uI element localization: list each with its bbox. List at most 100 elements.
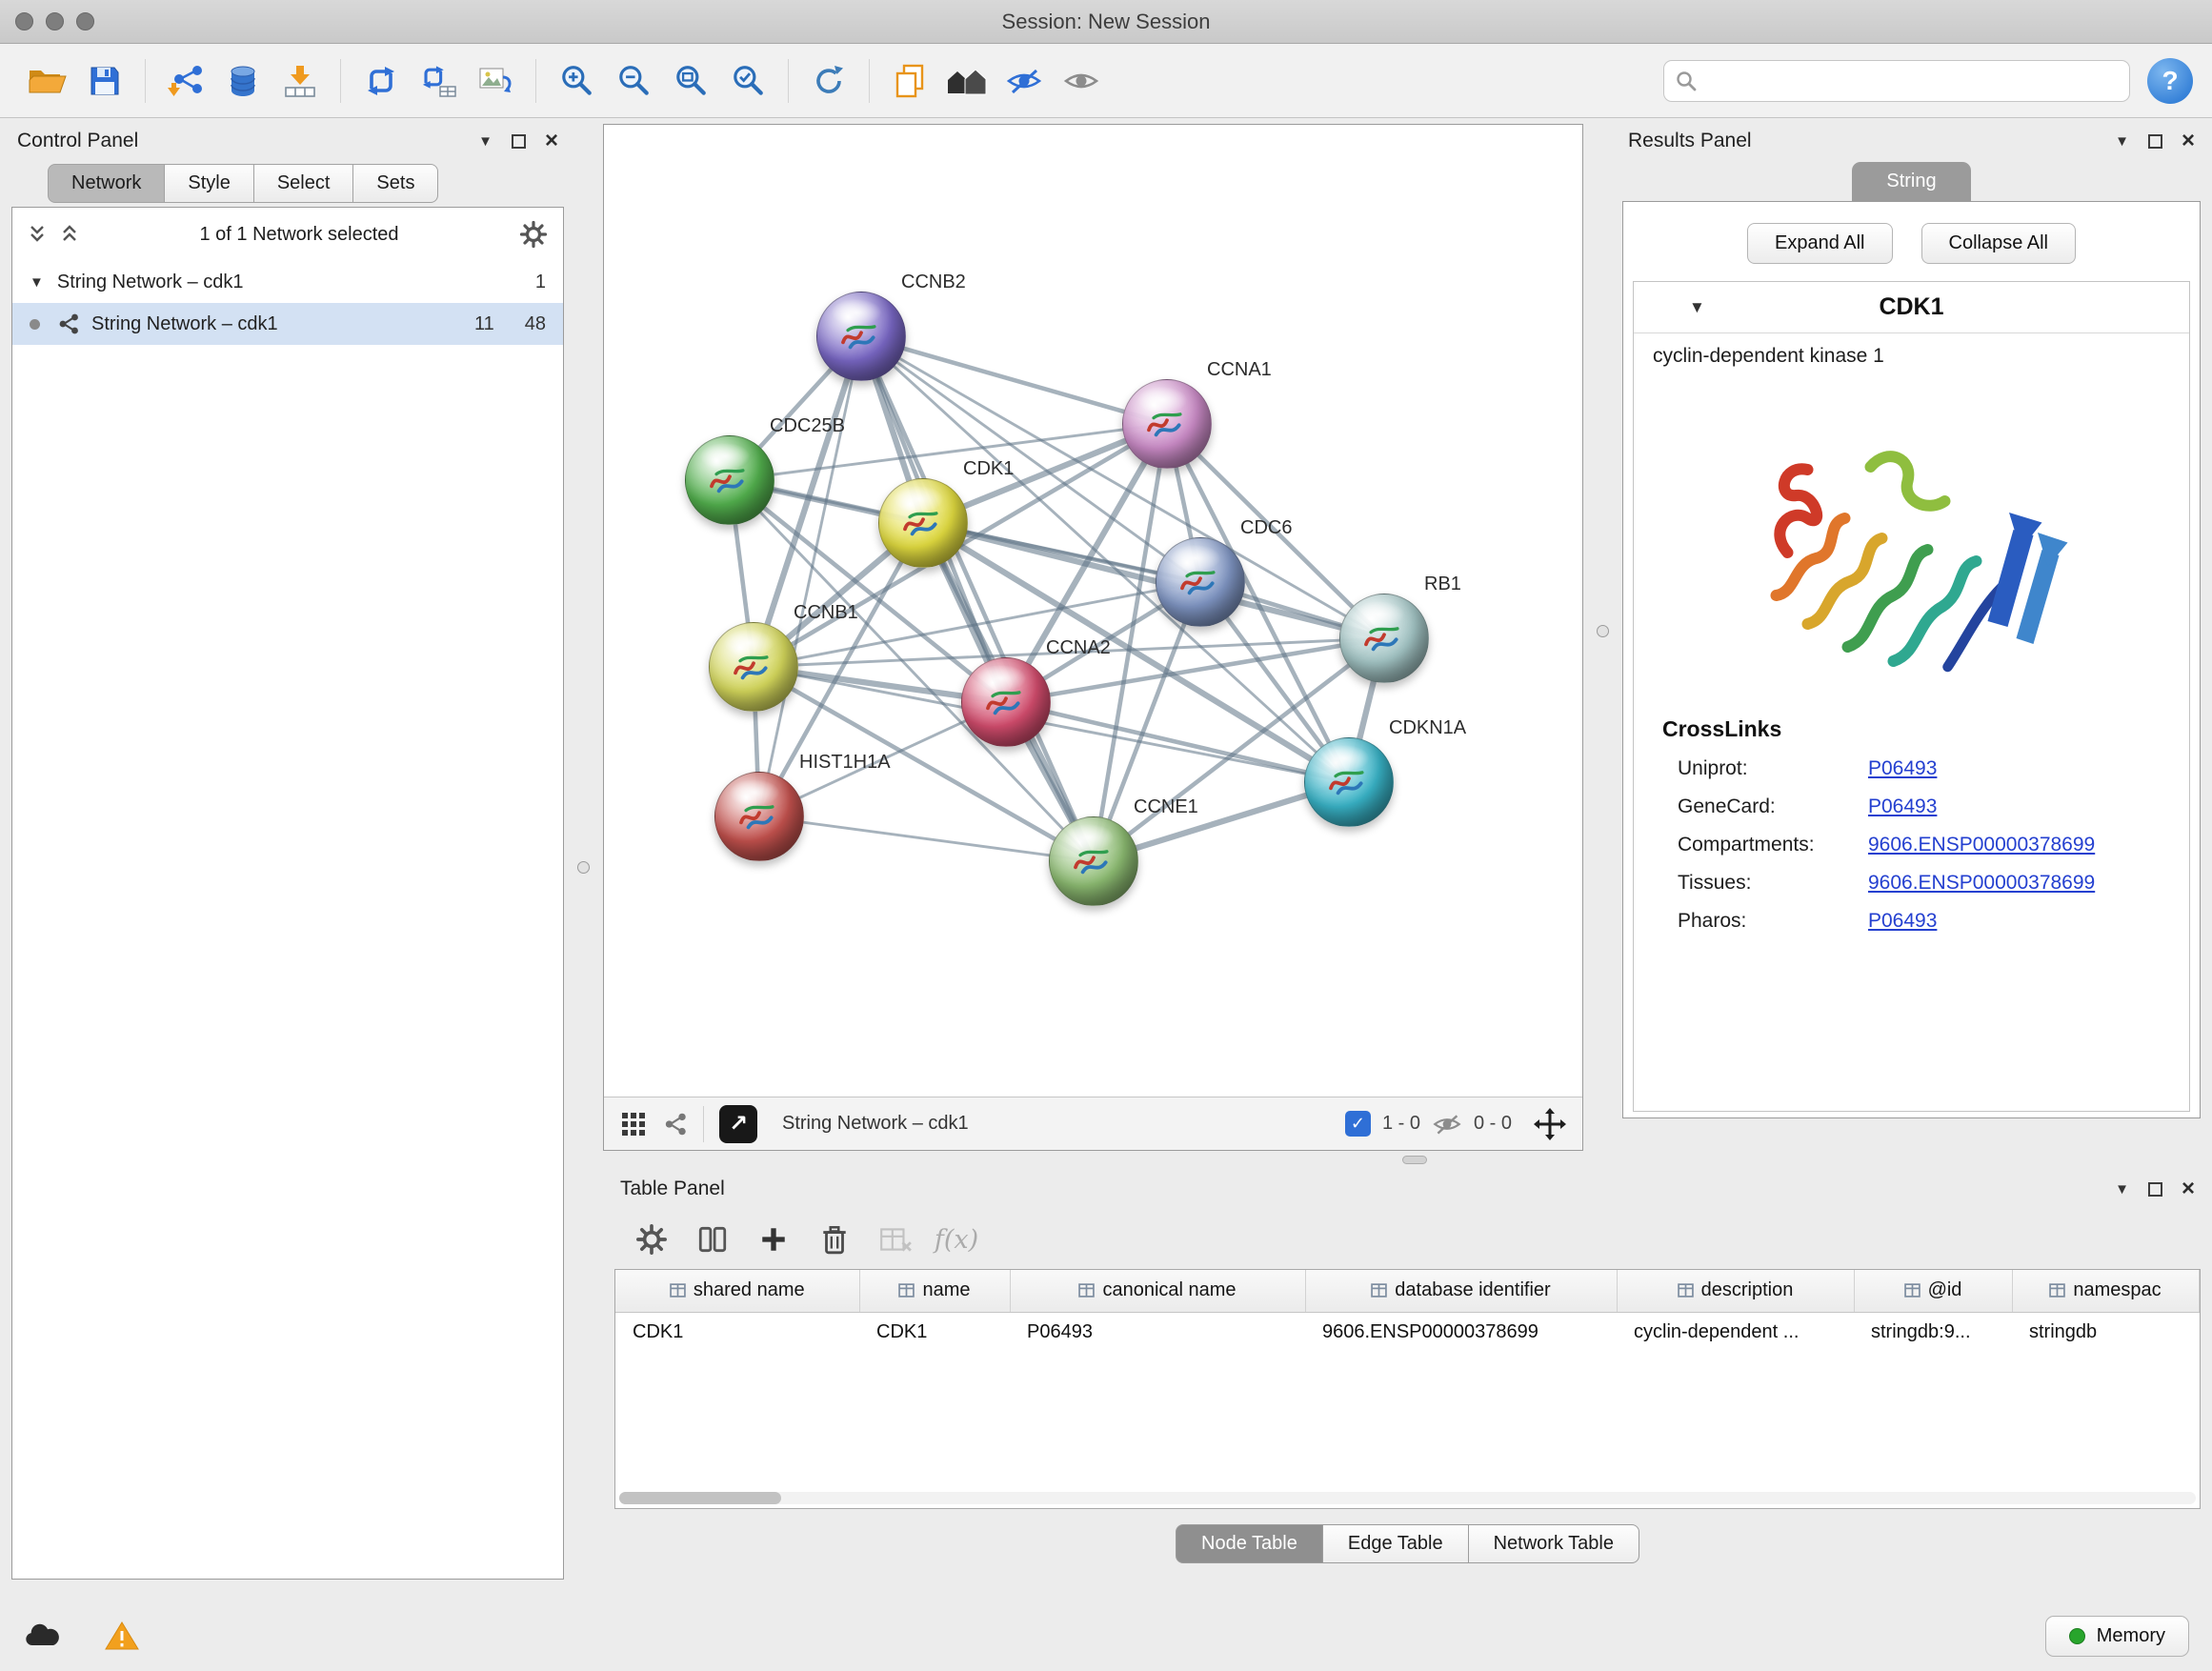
table-cell[interactable]: 9606.ENSP00000378699 [1305, 1312, 1617, 1352]
tab-select[interactable]: Select [254, 164, 354, 203]
collection-expander-icon[interactable]: ▼ [30, 274, 44, 291]
minimize-window-button[interactable] [46, 12, 64, 30]
network-node-ccna2[interactable] [961, 657, 1051, 747]
crosslink-value[interactable]: 9606.ENSP00000378699 [1868, 872, 2095, 895]
network-overview-icon[interactable] [663, 1113, 688, 1136]
gear-icon[interactable] [519, 220, 548, 249]
tab-style[interactable]: Style [165, 164, 253, 203]
move-crosshair-icon[interactable] [1533, 1107, 1567, 1141]
column-header-shared-name[interactable]: shared name [615, 1270, 859, 1312]
refresh-view-button[interactable] [802, 53, 855, 109]
open-session-button[interactable] [21, 53, 74, 109]
close-panel-icon[interactable]: × [2182, 1178, 2195, 1200]
column-header-description[interactable]: description [1617, 1270, 1854, 1312]
splitter-handle[interactable] [577, 861, 590, 874]
export-image-button[interactable] [469, 53, 522, 109]
crosslink-value[interactable]: P06493 [1868, 757, 1937, 780]
network-node-cdc6[interactable] [1156, 537, 1245, 627]
import-network-file-button[interactable] [159, 53, 212, 109]
home-views-button[interactable] [940, 53, 994, 109]
float-panel-icon[interactable] [2148, 1182, 2162, 1197]
network-canvas[interactable]: CCNB2CCNA1CDC25BCDK1CDC6RB1CCNB1CCNA2CDK… [604, 125, 1582, 1097]
expand-all-button[interactable]: Expand All [1747, 223, 1893, 264]
search-field[interactable] [1663, 60, 2130, 102]
tab-string[interactable]: String [1852, 162, 1970, 201]
duplicate-network-button[interactable] [883, 53, 936, 109]
table-row[interactable]: CDK1CDK1P064939606.ENSP00000378699cyclin… [615, 1312, 2199, 1352]
network-collection-row[interactable]: ▼ String Network – cdk1 1 [12, 261, 563, 303]
splitter-handle[interactable] [1402, 1156, 1427, 1164]
import-table-file-button[interactable] [273, 53, 327, 109]
float-panel-icon[interactable] [2148, 134, 2162, 149]
memory-button[interactable]: Memory [2045, 1616, 2189, 1657]
horizontal-splitter[interactable] [603, 1151, 2201, 1168]
table-settings-button[interactable] [626, 1215, 677, 1264]
scrollbar-thumb[interactable] [619, 1492, 781, 1504]
splitter-handle[interactable] [1597, 625, 1609, 637]
table-cell[interactable]: CDK1 [615, 1312, 859, 1352]
crosslink-value[interactable]: 9606.ENSP00000378699 [1868, 834, 2095, 856]
panel-menu-icon[interactable]: ▼ [2115, 1181, 2129, 1198]
network-node-ccnb1[interactable] [709, 622, 798, 712]
warning-icon[interactable] [105, 1621, 139, 1651]
import-network-database-button[interactable] [216, 53, 270, 109]
new-network-table-button[interactable] [412, 53, 465, 109]
table-cell[interactable]: CDK1 [859, 1312, 1010, 1352]
selected-checkbox-icon[interactable]: ✓ [1345, 1111, 1371, 1137]
tab-sets[interactable]: Sets [353, 164, 438, 203]
tab-network-table[interactable]: Network Table [1469, 1524, 1639, 1563]
tab-network[interactable]: Network [48, 164, 165, 203]
column-header-canonical-name[interactable]: canonical name [1010, 1270, 1305, 1312]
hide-selected-button[interactable] [997, 53, 1051, 109]
search-input[interactable] [1704, 70, 2118, 91]
zoom-fit-button[interactable] [664, 53, 717, 109]
column-header-namespac[interactable]: namespac [2012, 1270, 2199, 1312]
table-cell[interactable]: stringdb:9... [1854, 1312, 2012, 1352]
collapse-all-icon[interactable] [60, 224, 79, 245]
network-node-ccne1[interactable] [1049, 816, 1138, 906]
close-panel-icon[interactable]: × [2182, 130, 2195, 152]
card-expander-icon[interactable]: ▼ [1689, 298, 1705, 317]
collapse-all-button[interactable]: Collapse All [1921, 223, 2077, 264]
network-node-cdkn1a[interactable] [1304, 737, 1394, 827]
new-network-button[interactable] [354, 53, 408, 109]
grid-view-icon[interactable] [619, 1110, 648, 1138]
show-columns-button[interactable] [687, 1215, 738, 1264]
network-node-hist1h1a[interactable] [714, 772, 804, 861]
table-cell[interactable]: cyclin-dependent ... [1617, 1312, 1854, 1352]
column-header-name[interactable]: name [859, 1270, 1010, 1312]
delete-column-button[interactable] [809, 1215, 860, 1264]
panel-menu-icon[interactable]: ▼ [478, 133, 493, 150]
vertical-splitter[interactable] [564, 120, 603, 1601]
tab-edge-table[interactable]: Edge Table [1323, 1524, 1469, 1563]
birdseye-view-button[interactable]: ↗ [719, 1105, 757, 1143]
network-row[interactable]: String Network – cdk1 11 48 [12, 303, 563, 345]
table-cell[interactable]: stringdb [2012, 1312, 2199, 1352]
network-node-cdk1[interactable] [878, 478, 968, 568]
table-cell[interactable]: P06493 [1010, 1312, 1305, 1352]
zoom-selected-button[interactable] [721, 53, 774, 109]
zoom-in-button[interactable] [550, 53, 603, 109]
add-column-button[interactable] [748, 1215, 799, 1264]
zoom-out-button[interactable] [607, 53, 660, 109]
expand-all-icon[interactable] [28, 224, 47, 245]
column-header--id[interactable]: @id [1854, 1270, 2012, 1312]
column-header-database-identifier[interactable]: database identifier [1305, 1270, 1617, 1312]
vertical-splitter[interactable] [1583, 120, 1622, 1151]
close-window-button[interactable] [15, 12, 33, 30]
tab-node-table[interactable]: Node Table [1176, 1524, 1323, 1563]
show-all-button[interactable] [1055, 53, 1108, 109]
network-node-ccna1[interactable] [1122, 379, 1212, 469]
network-node-rb1[interactable] [1339, 594, 1429, 683]
panel-menu-icon[interactable]: ▼ [2115, 133, 2129, 150]
close-panel-icon[interactable]: × [545, 130, 558, 152]
horizontal-scrollbar[interactable] [619, 1492, 2196, 1504]
help-button[interactable]: ? [2147, 58, 2193, 104]
cloud-icon[interactable] [23, 1621, 63, 1650]
crosslink-value[interactable]: P06493 [1868, 795, 1937, 818]
float-panel-icon[interactable] [512, 134, 526, 149]
crosslink-value[interactable]: P06493 [1868, 910, 1937, 933]
network-node-cdc25b[interactable] [685, 435, 774, 525]
zoom-window-button[interactable] [76, 12, 94, 30]
network-node-ccnb2[interactable] [816, 292, 906, 381]
